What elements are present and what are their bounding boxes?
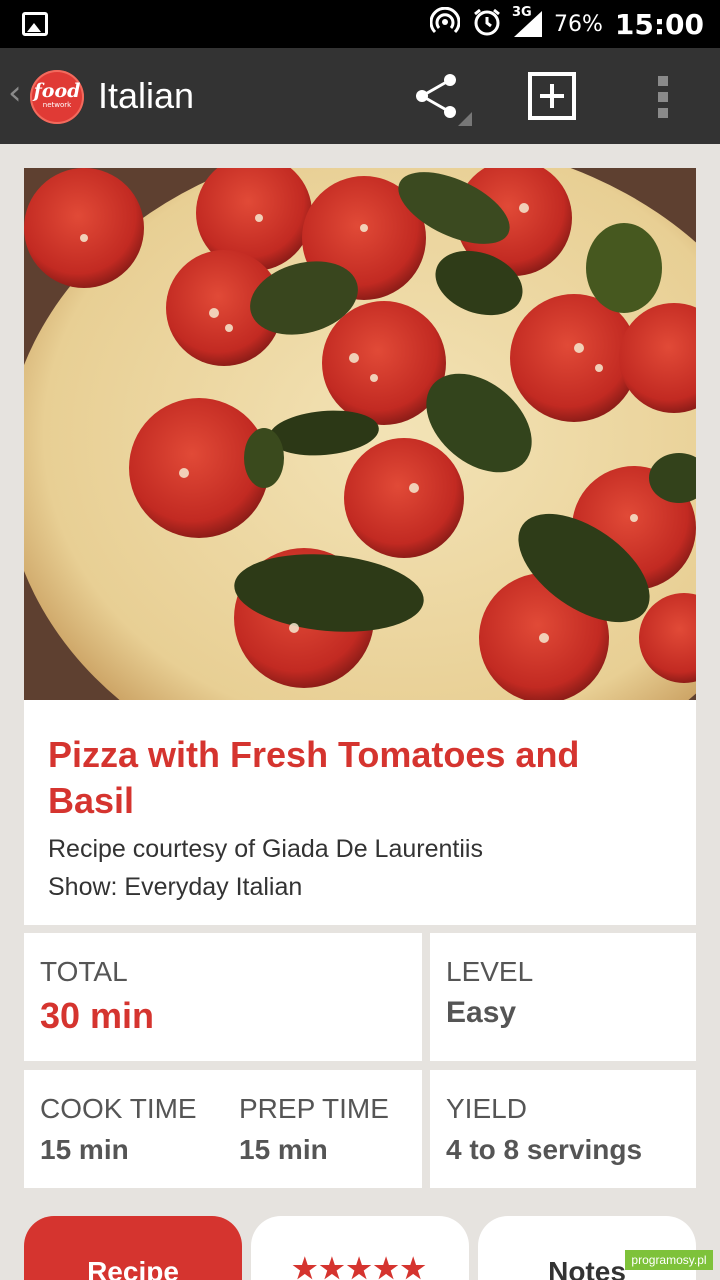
overflow-menu-button[interactable] xyxy=(650,72,678,122)
tab-reviews[interactable]: ★★★★★ xyxy=(251,1216,469,1280)
share-button[interactable] xyxy=(408,68,472,132)
recipe-header-card: Pizza with Fresh Tomatoes and Basil Reci… xyxy=(24,700,696,925)
watermark: programosy.pl xyxy=(625,1250,713,1270)
app-bar: ‹ food network Italian xyxy=(0,48,720,144)
battery-level: 76% xyxy=(553,11,603,37)
cook-time-label: COOK TIME xyxy=(40,1093,197,1124)
alarm-icon xyxy=(472,7,502,42)
gallery-icon xyxy=(22,12,48,36)
level-value: Easy xyxy=(446,996,517,1029)
tab-notes-label: Notes xyxy=(548,1256,626,1280)
total-label: TOTAL xyxy=(40,956,128,987)
total-time-card: TOTAL 30 min xyxy=(24,933,422,1061)
clock: 15:00 xyxy=(614,7,704,41)
share-icon xyxy=(416,74,472,126)
recipe-show[interactable]: Show: Everyday Italian xyxy=(48,868,672,906)
yield-value: 4 to 8 servings xyxy=(446,1134,643,1165)
tab-notes[interactable]: Notes xyxy=(478,1216,696,1280)
rating-stars-icon: ★★★★★ xyxy=(292,1253,428,1280)
signal-icon: 3G xyxy=(512,5,542,37)
level-card: LEVEL Easy xyxy=(430,933,696,1061)
hotspot-icon xyxy=(429,6,461,42)
add-to-collection-button[interactable] xyxy=(528,72,576,120)
level-label: LEVEL xyxy=(446,956,534,987)
page-title: Italian xyxy=(98,75,195,116)
recipe-courtesy[interactable]: Recipe courtesy of Giada De Laurentiis xyxy=(48,830,672,868)
prep-time-label: PREP TIME xyxy=(239,1093,389,1124)
total-value: 30 min xyxy=(40,995,155,1036)
status-bar: 3G 76% 15:00 xyxy=(0,0,720,48)
food-network-logo[interactable]: food network xyxy=(30,70,84,124)
recipe-title: Pizza with Fresh Tomatoes and Basil xyxy=(48,734,580,821)
time-breakdown-card: COOK TIME 15 min PREP TIME 15 min xyxy=(24,1070,422,1188)
cook-time-value: 15 min xyxy=(40,1134,129,1165)
yield-card: YIELD 4 to 8 servings xyxy=(430,1070,696,1188)
back-chevron-icon[interactable]: ‹ xyxy=(8,76,22,110)
prep-time-value: 15 min xyxy=(239,1134,328,1165)
tab-recipe-label: Recipe xyxy=(87,1256,179,1280)
yield-label: YIELD xyxy=(446,1093,527,1124)
tab-recipe[interactable]: Recipe xyxy=(24,1216,242,1280)
network-type: 3G xyxy=(511,5,532,20)
logo-wordmark: food xyxy=(33,80,81,102)
logo-subtext: network xyxy=(42,101,72,109)
recipe-photo xyxy=(24,168,696,700)
